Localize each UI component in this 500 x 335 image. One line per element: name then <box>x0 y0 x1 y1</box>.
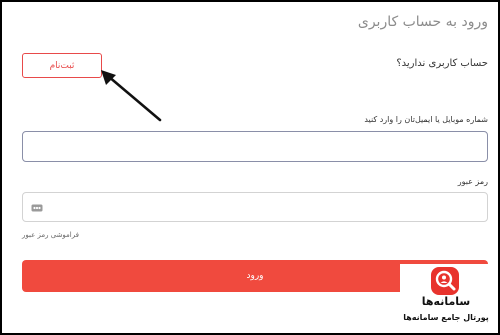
password-field-label: رمز عبور <box>457 177 488 186</box>
mobile-email-input[interactable] <box>22 131 488 162</box>
password-field <box>22 192 488 222</box>
watermark-tagline: پورتال جامع سامانه‌ها <box>403 313 489 322</box>
page-title: ورود به حساب کاربری <box>357 14 488 30</box>
watermark-brand: سامانه‌ها <box>421 295 471 308</box>
forgot-password-link[interactable]: فراموشی رمز عبور <box>22 231 79 239</box>
signup-button[interactable]: ثبت‌نام <box>22 53 102 78</box>
annotation-arrow <box>101 70 162 122</box>
password-input[interactable] <box>23 193 487 221</box>
key-icon[interactable] <box>31 202 43 214</box>
search-logo-icon <box>431 267 459 295</box>
mobile-field-label: شماره موبایل یا ایمیل‌تان را وارد کنید <box>364 115 488 124</box>
login-page: ورود به حساب کاربری حساب کاربری ندارید؟ … <box>2 2 498 333</box>
no-account-prompt: حساب کاربری ندارید؟ <box>396 58 488 69</box>
watermark: سامانه‌ها پورتال جامع سامانه‌ها <box>400 264 492 330</box>
